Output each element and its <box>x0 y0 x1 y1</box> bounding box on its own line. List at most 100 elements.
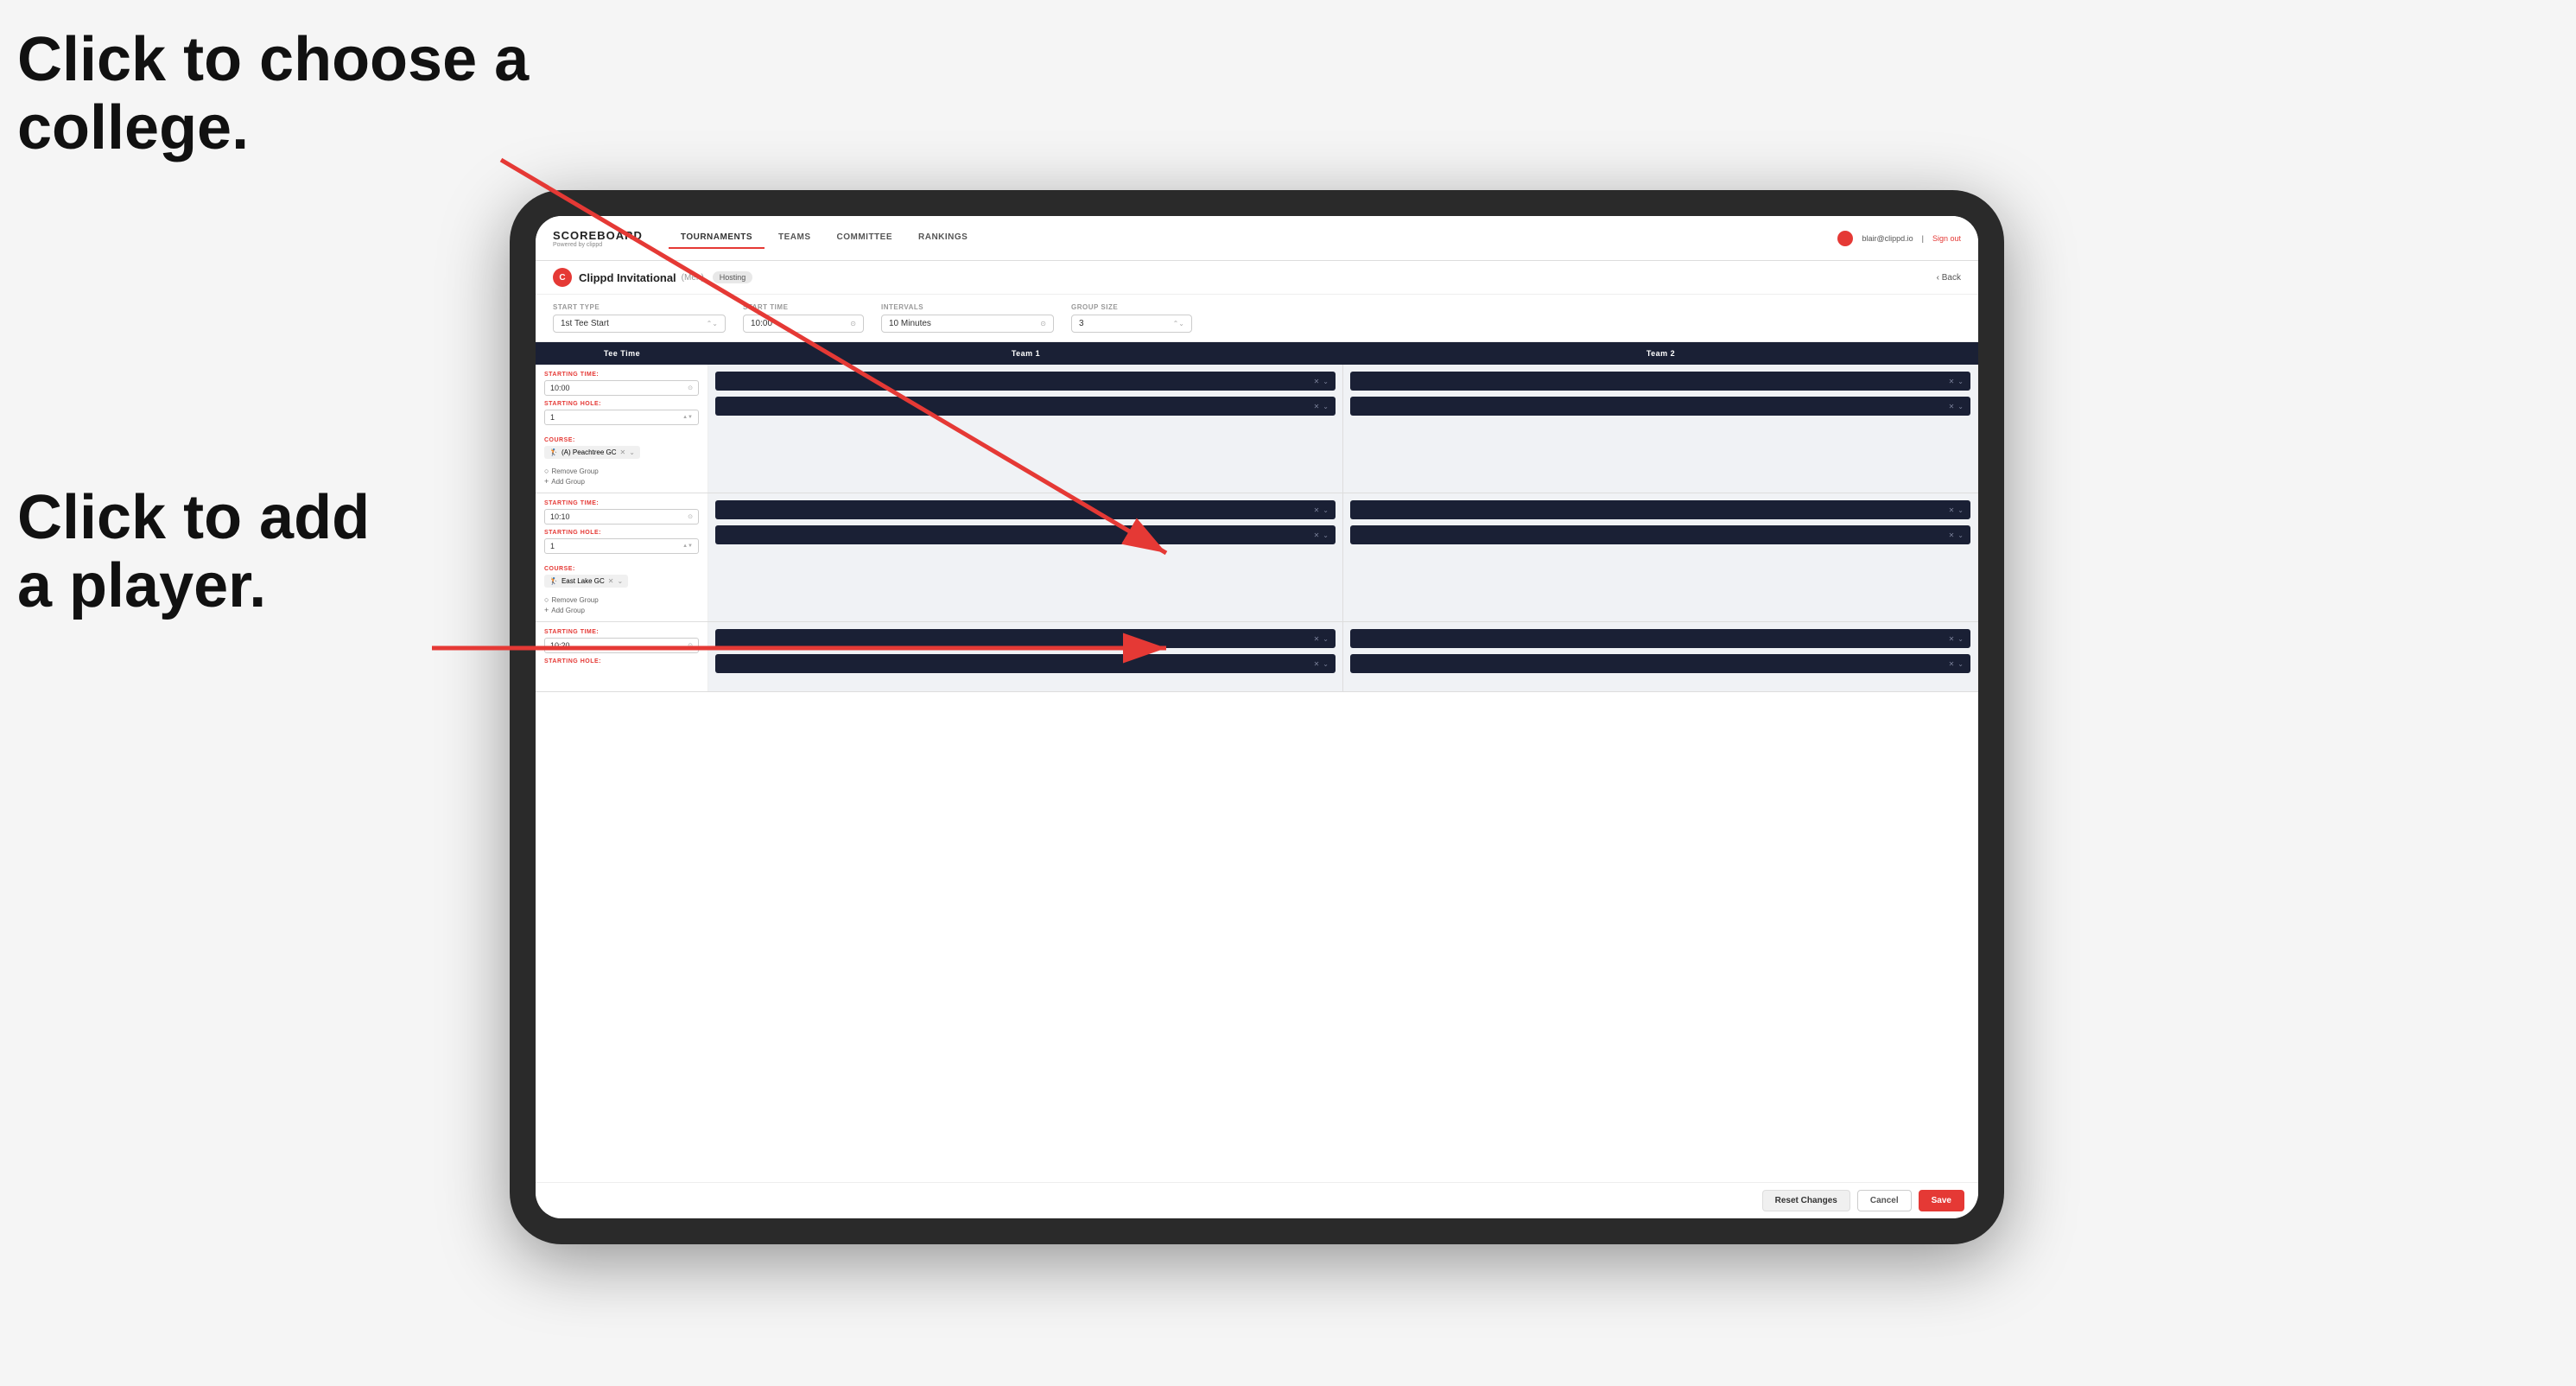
slot-expand-icon[interactable]: ✕ <box>1949 635 1955 643</box>
slot-expand-icon[interactable]: ✕ <box>1314 531 1320 539</box>
player-slot-t2-1-1[interactable]: ✕ ⌄ <box>1350 372 1970 391</box>
add-icon-1: + <box>544 477 549 486</box>
group-size-select[interactable]: 3 ⌃⌄ <box>1071 315 1192 333</box>
annotation-top: Click to choose a college. <box>17 26 529 162</box>
tournament-gender: (Men) <box>682 273 704 283</box>
slot-more-icon[interactable]: ⌄ <box>1323 378 1329 385</box>
hole-stepper-1[interactable]: ▲▼ <box>682 415 693 420</box>
slot-expand-icon[interactable]: ✕ <box>1314 635 1320 643</box>
header-team1: Team 1 <box>708 342 1343 365</box>
player-slot-t1-3-2[interactable]: ✕ ⌄ <box>715 654 1336 673</box>
sidebar-group-3: STARTING TIME: 10:20 ⊙ STARTING HOLE: <box>536 622 708 691</box>
slot-more-icon[interactable]: ⌄ <box>1957 635 1964 643</box>
course-remove-1[interactable]: ✕ <box>620 448 626 456</box>
starting-time-label-2: STARTING TIME: <box>544 500 699 506</box>
slot-more-icon[interactable]: ⌄ <box>1323 506 1329 514</box>
sign-out-link[interactable]: Sign out <box>1932 234 1961 243</box>
slot-expand-icon[interactable]: ✕ <box>1314 660 1320 668</box>
course-name-1: (A) Peachtree GC <box>562 448 617 456</box>
nav-link-tournaments[interactable]: TOURNAMENTS <box>669 227 765 249</box>
start-time-select[interactable]: 10:00 ⊙ <box>743 315 864 333</box>
add-icon-2: + <box>544 606 549 614</box>
course-name-2: East Lake GC <box>562 577 605 585</box>
slot-more-icon[interactable]: ⌄ <box>1957 660 1964 668</box>
remove-group-1[interactable]: ○ Remove Group <box>544 467 699 475</box>
slot-more-icon[interactable]: ⌄ <box>1323 531 1329 539</box>
starting-time-input-3[interactable]: 10:20 ⊙ <box>544 638 699 653</box>
nav-link-teams[interactable]: TEAMS <box>766 227 823 249</box>
hole-stepper-2[interactable]: ▲▼ <box>682 544 693 549</box>
team2-slots-2: ✕ ⌄ ✕ ⌄ <box>1343 493 1978 621</box>
slot-more-icon[interactable]: ⌄ <box>1323 660 1329 668</box>
nav-link-committee[interactable]: COMMITTEE <box>825 227 905 249</box>
slot-more-icon[interactable]: ⌄ <box>1957 506 1964 514</box>
cancel-button[interactable]: Cancel <box>1857 1190 1912 1211</box>
sidebar-group-2: STARTING TIME: 10:10 ⊙ STARTING HOLE: 1 … <box>536 493 708 621</box>
player-slot-t1-1-2[interactable]: ✕ ⌄ <box>715 397 1336 416</box>
course-more-2[interactable]: ⌄ <box>617 577 623 585</box>
add-group-2[interactable]: + Add Group <box>544 606 699 614</box>
intervals-group: Intervals 10 Minutes ⊙ <box>881 303 1054 333</box>
save-button[interactable]: Save <box>1919 1190 1964 1211</box>
start-type-value: 1st Tee Start <box>561 319 609 328</box>
nav-bar: SCOREBOARD Powered by clippd TOURNAMENTS… <box>536 216 1978 261</box>
start-type-select[interactable]: 1st Tee Start ⌃⌄ <box>553 315 726 333</box>
starting-time-input-1[interactable]: 10:00 ⊙ <box>544 380 699 396</box>
course-section-2: COURSE: 🏌 East Lake GC ✕ ⌄ <box>536 566 707 593</box>
starting-hole-input-1[interactable]: 1 ▲▼ <box>544 410 699 425</box>
nav-right: blair@clippd.io | Sign out <box>1837 231 1961 246</box>
time-stepper-1[interactable]: ⊙ <box>688 385 693 391</box>
reset-changes-button[interactable]: Reset Changes <box>1762 1190 1850 1211</box>
slot-expand-icon[interactable]: ✕ <box>1314 378 1320 385</box>
intervals-chevron-icon: ⊙ <box>1040 320 1046 327</box>
group-size-value: 3 <box>1079 319 1084 328</box>
intervals-select[interactable]: 10 Minutes ⊙ <box>881 315 1054 333</box>
group-size-label: Group Size <box>1071 303 1192 311</box>
time-stepper-2[interactable]: ⊙ <box>688 513 693 520</box>
slot-expand-icon[interactable]: ✕ <box>1314 506 1320 514</box>
add-group-1[interactable]: + Add Group <box>544 477 699 486</box>
start-time-group: Start Time 10:00 ⊙ <box>743 303 864 333</box>
player-slot-t2-1-2[interactable]: ✕ ⌄ <box>1350 397 1970 416</box>
starting-hole-label-1: STARTING HOLE: <box>544 401 699 407</box>
separator: | <box>1922 234 1924 243</box>
remove-icon-1: ○ <box>544 467 549 475</box>
slot-more-icon[interactable]: ⌄ <box>1957 378 1964 385</box>
slot-more-icon[interactable]: ⌄ <box>1957 403 1964 410</box>
player-slot-t1-2-1[interactable]: ✕ ⌄ <box>715 500 1336 519</box>
tournament-name: Clippd Invitational <box>579 271 676 284</box>
course-more-1[interactable]: ⌄ <box>629 448 635 456</box>
player-slot-t1-3-1[interactable]: ✕ ⌄ <box>715 629 1336 648</box>
course-label-1: COURSE: <box>544 437 699 443</box>
course-remove-2[interactable]: ✕ <box>608 577 614 585</box>
back-button[interactable]: ‹ Back <box>1937 273 1961 283</box>
starting-hole-input-2[interactable]: 1 ▲▼ <box>544 538 699 554</box>
player-slot-t1-1-1[interactable]: ✕ ⌄ <box>715 372 1336 391</box>
player-slot-t2-2-2[interactable]: ✕ ⌄ <box>1350 525 1970 544</box>
slot-expand-icon[interactable]: ✕ <box>1949 403 1955 410</box>
slot-expand-icon[interactable]: ✕ <box>1949 378 1955 385</box>
slot-expand-icon[interactable]: ✕ <box>1949 660 1955 668</box>
player-slot-t2-3-2[interactable]: ✕ ⌄ <box>1350 654 1970 673</box>
course-label-2: COURSE: <box>544 566 699 572</box>
starting-time-input-2[interactable]: 10:10 ⊙ <box>544 509 699 525</box>
slot-expand-icon[interactable]: ✕ <box>1949 531 1955 539</box>
player-slot-t2-3-1[interactable]: ✕ ⌄ <box>1350 629 1970 648</box>
slot-more-icon[interactable]: ⌄ <box>1323 403 1329 410</box>
course-icon-1: 🏌 <box>549 448 558 456</box>
course-tag-1[interactable]: 🏌 (A) Peachtree GC ✕ ⌄ <box>544 446 640 459</box>
course-tag-2[interactable]: 🏌 East Lake GC ✕ ⌄ <box>544 575 628 588</box>
time-stepper-3[interactable]: ⊙ <box>688 642 693 649</box>
user-icon <box>1837 231 1853 246</box>
remove-group-2[interactable]: ○ Remove Group <box>544 595 699 604</box>
slot-more-icon[interactable]: ⌄ <box>1323 635 1329 643</box>
slot-expand-icon[interactable]: ✕ <box>1949 506 1955 514</box>
player-slot-t2-2-1[interactable]: ✕ ⌄ <box>1350 500 1970 519</box>
slot-expand-icon[interactable]: ✕ <box>1314 403 1320 410</box>
slot-more-icon[interactable]: ⌄ <box>1957 531 1964 539</box>
nav-link-rankings[interactable]: RANKINGS <box>906 227 980 249</box>
header-tee-time: Tee Time <box>536 342 708 365</box>
course-icon-2: 🏌 <box>549 577 558 585</box>
player-slot-t1-2-2[interactable]: ✕ ⌄ <box>715 525 1336 544</box>
schedule-scroll[interactable]: STARTING TIME: 10:00 ⊙ STARTING HOLE: 1 … <box>536 365 1978 1182</box>
